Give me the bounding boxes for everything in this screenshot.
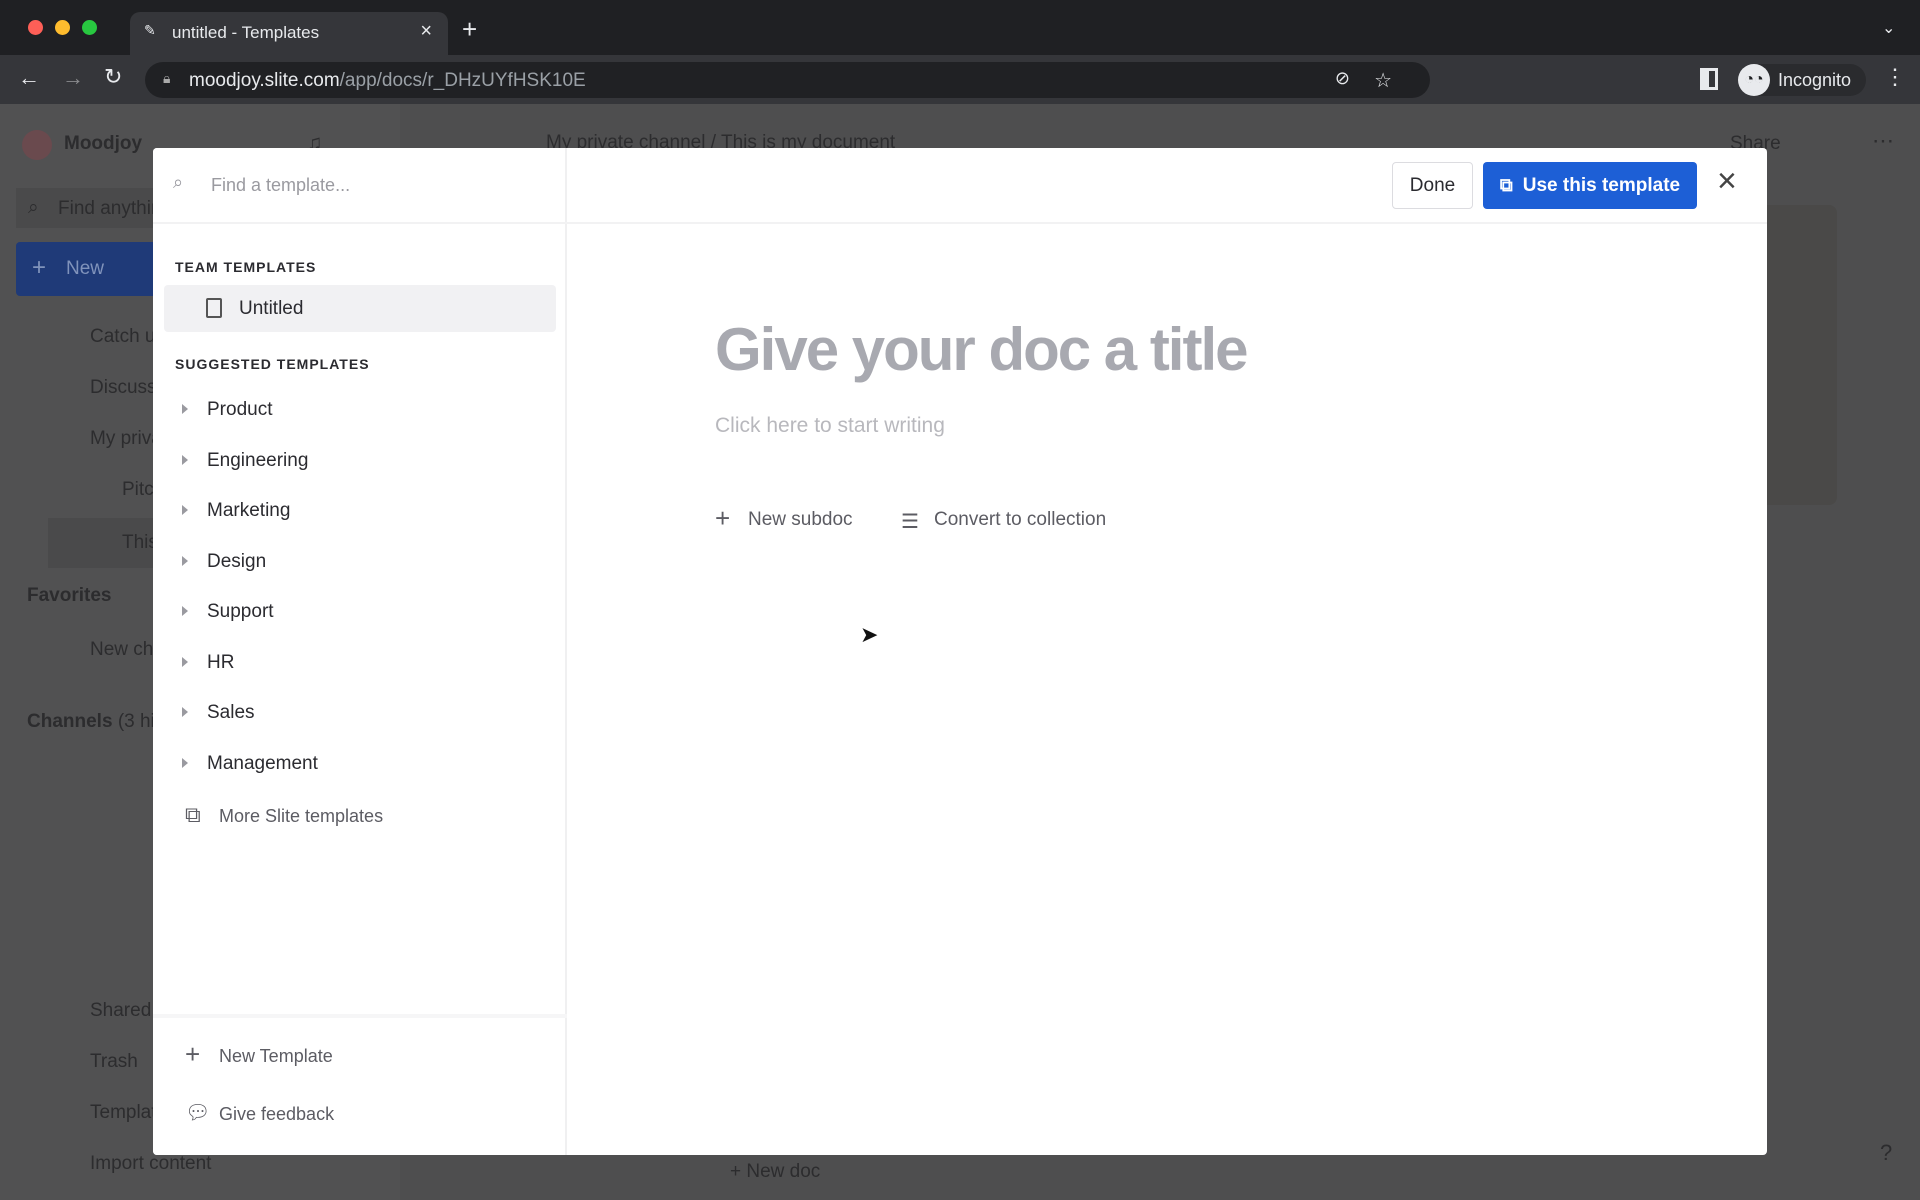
category-label: Management	[207, 753, 318, 774]
minimize-window-button[interactable]	[55, 20, 70, 35]
plus-icon: +	[32, 254, 47, 281]
template-search-input[interactable]: Find a template...	[211, 175, 350, 196]
new-template-button[interactable]: + New Template	[185, 1039, 485, 1072]
template-search[interactable]: ⌕ Find a template...	[153, 148, 567, 224]
template-picker-modal: ⌕ Find a template... TEAM TEMPLATES Unti…	[153, 148, 1767, 1155]
workspace-name[interactable]: Moodjoy	[64, 133, 142, 155]
new-doc-button[interactable]: + New doc	[730, 1161, 820, 1183]
template-category-marketing[interactable]: Marketing	[164, 487, 556, 533]
document-icon	[206, 298, 222, 318]
category-label: Marketing	[207, 500, 291, 521]
template-category-design[interactable]: Design	[164, 538, 556, 584]
forward-button[interactable]: →	[62, 65, 84, 91]
new-subdoc-button[interactable]: + New subdoc	[715, 503, 875, 536]
plus-icon: +	[715, 503, 731, 533]
slite-favicon-icon: ✎	[144, 22, 156, 38]
expand-triangle-icon	[182, 657, 188, 667]
category-label: Product	[207, 399, 273, 420]
tracking-eye-off-icon[interactable]: ⊘	[1335, 68, 1350, 89]
expand-triangle-icon	[182, 556, 188, 566]
doc-title-input[interactable]: Give your doc a title	[715, 315, 1248, 384]
expand-triangle-icon	[182, 707, 188, 717]
close-modal-icon[interactable]: ×	[1717, 162, 1737, 201]
template-category-management[interactable]: Management	[164, 740, 556, 786]
browser-tab[interactable]: ✎ untitled - Templates ×	[130, 12, 448, 55]
collection-stack-icon: ☰	[901, 511, 919, 533]
more-options-icon[interactable]: ⋯	[1872, 128, 1894, 154]
profile-label: Incognito	[1778, 70, 1852, 90]
more-templates-label: More Slite templates	[219, 806, 384, 826]
expand-triangle-icon	[182, 455, 188, 465]
template-category-sales[interactable]: Sales	[164, 689, 556, 735]
expand-triangle-icon	[182, 404, 188, 414]
tab-list-chevron-icon[interactable]: ⌄	[1882, 18, 1895, 38]
more-slite-templates-link[interactable]: ⧉ More Slite templates	[185, 802, 485, 832]
expand-triangle-icon	[182, 606, 188, 616]
plus-icon: +	[185, 1039, 201, 1069]
close-tab-icon[interactable]: ×	[420, 20, 432, 43]
background-panel	[1767, 205, 1837, 505]
category-label: Support	[207, 601, 274, 622]
lock-icon: 🔒︎	[163, 70, 171, 86]
header-divider	[567, 222, 1767, 224]
close-window-button[interactable]	[28, 20, 43, 35]
expand-triangle-icon	[182, 505, 188, 515]
done-label: Done	[1409, 174, 1456, 196]
mouse-cursor-icon: ➤	[860, 622, 879, 647]
convert-to-collection-button[interactable]: ☰ Convert to collection	[901, 506, 1131, 536]
category-label: Design	[207, 551, 267, 572]
reload-button[interactable]: ↻	[104, 64, 122, 90]
browser-menu-icon[interactable]: ⋮	[1884, 64, 1906, 90]
template-category-engineering[interactable]: Engineering	[164, 437, 556, 483]
use-template-label: Use this template	[1522, 174, 1681, 196]
back-button[interactable]: ←	[18, 65, 40, 91]
new-template-label: New Template	[219, 1046, 333, 1066]
browser-tab-bar: ✎ untitled - Templates × + ⌄	[0, 0, 1920, 55]
search-icon: ⌕	[173, 172, 184, 192]
incognito-icon: ◔◔	[1738, 64, 1770, 96]
copy-icon: ⧉	[1499, 175, 1513, 195]
suggested-templates-heading: SUGGESTED TEMPLATES	[175, 356, 370, 372]
tab-title: untitled - Templates	[172, 23, 320, 42]
give-feedback-label: Give feedback	[219, 1104, 335, 1124]
footer-divider	[153, 1014, 567, 1018]
help-icon[interactable]: ?	[1880, 1140, 1892, 1166]
side-panel-icon[interactable]	[1700, 68, 1718, 90]
give-feedback-button[interactable]: 💬︎ Give feedback	[185, 1100, 485, 1130]
template-label: Untitled	[239, 298, 304, 319]
new-button-label: New	[66, 258, 105, 279]
sidebar-item-import[interactable]: Import content	[90, 1153, 211, 1175]
channels-heading: Channels	[27, 711, 113, 732]
use-this-template-button[interactable]: ⧉ Use this template	[1483, 162, 1697, 209]
template-category-product[interactable]: Product	[164, 386, 556, 432]
template-category-support[interactable]: Support	[164, 588, 556, 634]
url-path: /app/docs/r_DHzUYfHSK10E	[339, 70, 586, 91]
done-button[interactable]: Done	[1392, 162, 1473, 209]
team-templates-heading: TEAM TEMPLATES	[175, 259, 317, 275]
category-label: HR	[207, 652, 235, 673]
convert-collection-label: Convert to collection	[934, 509, 1107, 530]
favorites-heading: Favorites	[27, 585, 112, 606]
external-link-icon: ⧉	[185, 802, 201, 827]
category-label: Sales	[207, 702, 255, 723]
sidebar-item-trash[interactable]: Trash	[90, 1051, 138, 1073]
maximize-window-button[interactable]	[82, 20, 97, 35]
template-item-untitled[interactable]: Untitled	[164, 285, 556, 332]
url-host: moodjoy.slite.com	[189, 70, 340, 91]
expand-triangle-icon	[182, 758, 188, 768]
search-icon: ⌕	[28, 197, 39, 218]
template-list-panel: ⌕ Find a template... TEAM TEMPLATES Unti…	[153, 148, 567, 1155]
new-doc-label: New doc	[746, 1161, 821, 1182]
url-field[interactable]: 🔒︎ moodjoy.slite.com/app/docs/r_DHzUYfHS…	[145, 62, 1430, 98]
category-label: Engineering	[207, 450, 309, 471]
sidebar-item-shared[interactable]: Shared	[90, 1000, 151, 1022]
new-tab-button[interactable]: +	[462, 14, 477, 45]
incognito-profile-button[interactable]: ◔◔ Incognito	[1738, 64, 1866, 96]
doc-body-input[interactable]: Click here to start writing	[715, 414, 945, 438]
workspace-avatar	[22, 130, 52, 160]
template-category-hr[interactable]: HR	[164, 639, 556, 685]
bookmark-star-icon[interactable]: ☆	[1374, 68, 1392, 93]
new-subdoc-label: New subdoc	[748, 509, 853, 530]
chat-bubble-icon: 💬︎	[185, 1102, 211, 1124]
